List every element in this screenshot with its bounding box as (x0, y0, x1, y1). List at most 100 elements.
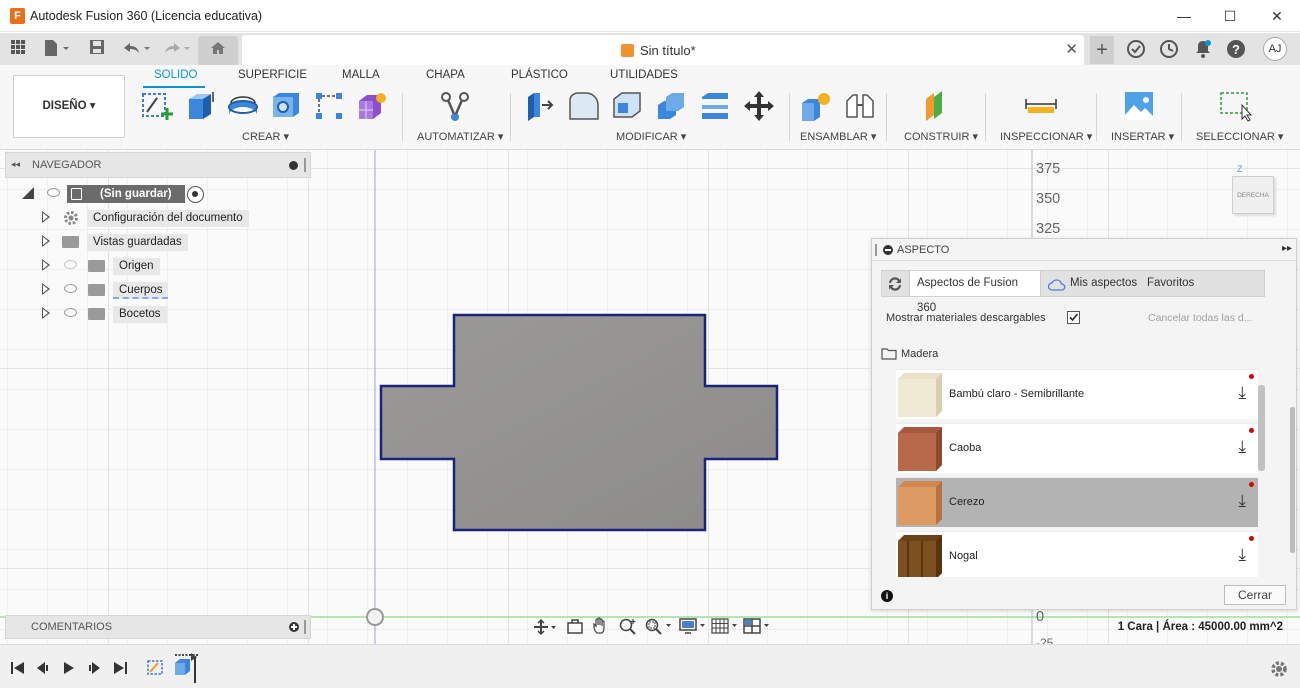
group-insertar[interactable]: INSERTAR ▾ (1111, 130, 1174, 143)
select-window-icon[interactable] (1218, 89, 1253, 123)
visibility-eye-icon[interactable] (64, 284, 77, 293)
joint-icon[interactable] (843, 89, 877, 123)
materials-scrollbar-thumb[interactable] (1258, 385, 1265, 471)
pin-panel-icon[interactable] (304, 620, 306, 634)
tab-utilidades[interactable]: UTILIDADES (610, 69, 678, 81)
data-panel-grid-icon[interactable] (8, 39, 28, 59)
refresh-icon[interactable] (882, 271, 908, 296)
tab-solido[interactable]: SOLIDO (154, 69, 197, 81)
group-construir[interactable]: CONSTRUIR ▾ (904, 130, 978, 143)
visibility-eye-icon[interactable] (64, 308, 77, 317)
tab-superficie[interactable]: SUPERFICIE (238, 69, 307, 81)
create-form-icon[interactable] (355, 89, 389, 123)
show-downloadable-checkbox[interactable] (1067, 311, 1080, 324)
cancel-all-downloads-link[interactable]: Cancelar todas las d... (1148, 312, 1252, 324)
display-settings-icon[interactable] (678, 617, 708, 635)
browser-item-document-settings[interactable]: Configuración del documento (5, 208, 311, 228)
close-window-button[interactable]: ✕ (1265, 6, 1289, 26)
orbit-icon[interactable] (533, 619, 557, 635)
browser-item-saved-views[interactable]: Vistas guardadas (5, 232, 311, 252)
browser-item-bodies[interactable]: Cuerpos (5, 280, 311, 300)
browser-item-origin[interactable]: Origen (5, 256, 311, 276)
material-row[interactable]: Caoba ⤓ (896, 423, 1258, 473)
grid-settings-icon[interactable] (710, 617, 740, 635)
insert-image-icon[interactable] (1122, 89, 1156, 123)
group-crear[interactable]: CREAR ▾ (242, 130, 289, 143)
activate-component-icon[interactable] (187, 186, 204, 203)
group-inspeccionar[interactable]: INSPECCIONAR ▾ (1000, 130, 1092, 143)
group-modificar[interactable]: MODIFICAR ▾ (616, 130, 686, 143)
tab-fusion-appearances[interactable]: Aspectos de Fusion 360 (909, 271, 1041, 314)
group-automatizar[interactable]: AUTOMATIZAR ▾ (417, 130, 503, 143)
timeline-marker-icon[interactable] (171, 651, 201, 683)
revolve-icon[interactable] (226, 89, 260, 123)
play-icon[interactable] (61, 661, 77, 675)
expand-triangle-icon[interactable] (42, 259, 50, 271)
download-icon[interactable]: ⤓ (1238, 437, 1246, 457)
look-at-icon[interactable] (566, 619, 584, 635)
expand-triangle-icon[interactable] (42, 235, 50, 247)
download-icon[interactable]: ⤓ (1238, 491, 1246, 511)
pin-panel-icon[interactable] (875, 244, 877, 256)
pan-hand-icon[interactable] (592, 617, 610, 635)
user-avatar[interactable]: AJ (1263, 37, 1287, 61)
job-status-icon[interactable] (1159, 39, 1179, 62)
help-icon[interactable]: ? (1226, 39, 1246, 62)
go-to-start-icon[interactable] (10, 661, 26, 675)
hidden-eye-icon[interactable] (64, 260, 77, 269)
shell-icon[interactable] (610, 89, 644, 123)
browser-options-icon[interactable] (289, 161, 298, 170)
press-pull-icon[interactable] (522, 89, 556, 123)
group-ensamblar[interactable]: ENSAMBLAR ▾ (800, 130, 876, 143)
viewports-icon[interactable] (742, 617, 772, 635)
fit-icon[interactable] (644, 617, 674, 635)
go-to-end-icon[interactable] (112, 661, 128, 675)
material-row[interactable]: Nogal ⤓ (896, 531, 1258, 577)
timeline-settings-gear-icon[interactable] (1270, 660, 1288, 678)
expand-triangle-icon[interactable] (42, 307, 50, 319)
create-sketch-icon[interactable] (140, 89, 174, 123)
panel-scrollbar-thumb[interactable] (1290, 407, 1295, 553)
collapse-panel-icon[interactable]: ◂◂ (11, 159, 20, 170)
browser-item-sketches[interactable]: Bocetos (5, 304, 311, 324)
redo-icon[interactable] (160, 39, 194, 59)
split-body-icon[interactable] (698, 89, 732, 123)
automate-icon[interactable] (438, 89, 472, 123)
viewcube[interactable]: DERECHA (1232, 176, 1274, 214)
pin-panel-icon[interactable] (304, 158, 306, 172)
document-tab[interactable]: Sin título* ✕ (242, 35, 1084, 65)
new-tab-button[interactable]: + (1090, 36, 1114, 64)
timeline-sketch-icon[interactable] (146, 657, 166, 677)
maximize-button[interactable]: ☐ (1218, 6, 1242, 26)
tab-favorites[interactable]: Favoritos (1147, 271, 1194, 296)
expand-panel-icon[interactable]: ▸▸ (1282, 243, 1292, 254)
tab-plastico[interactable]: PLÁSTICO (511, 69, 568, 81)
notifications-bell-icon[interactable] (1193, 39, 1213, 62)
combine-icon[interactable] (654, 89, 688, 123)
close-panel-button[interactable]: Cerrar (1224, 585, 1286, 605)
visibility-eye-icon[interactable] (47, 188, 60, 197)
expand-triangle-icon[interactable] (42, 283, 50, 295)
download-icon[interactable]: ⤓ (1238, 383, 1246, 403)
material-row-selected[interactable]: Cerezo ⤓ (896, 477, 1258, 527)
step-back-icon[interactable] (35, 661, 51, 675)
step-forward-icon[interactable] (86, 661, 102, 675)
minimize-button[interactable]: — (1172, 6, 1196, 26)
extensions-icon[interactable] (1126, 39, 1146, 62)
new-component-icon[interactable] (798, 89, 832, 123)
group-seleccionar[interactable]: SELECCIONAR ▾ (1196, 130, 1283, 143)
collapse-panel-icon[interactable] (883, 245, 893, 255)
close-document-icon[interactable]: ✕ (1065, 40, 1078, 58)
tab-chapa[interactable]: CHAPA (426, 69, 465, 81)
add-comment-icon[interactable] (289, 622, 299, 632)
expand-triangle-icon[interactable] (42, 211, 50, 223)
extrude-icon[interactable] (183, 89, 217, 123)
material-row[interactable]: Bambú claro - Semibrillante ⤓ (896, 369, 1258, 419)
fillet-icon[interactable] (566, 89, 600, 123)
workspace-switcher-button[interactable]: DISEÑO ▾ (13, 75, 125, 138)
tab-my-appearances[interactable]: Mis aspectos (1070, 271, 1137, 296)
materials-list[interactable]: Madera Bambú claro - Semibrillante ⤓ Cao… (872, 339, 1258, 577)
tab-malla[interactable]: MALLA (342, 69, 380, 81)
undo-icon[interactable] (120, 39, 154, 59)
info-icon[interactable]: i (881, 590, 893, 602)
